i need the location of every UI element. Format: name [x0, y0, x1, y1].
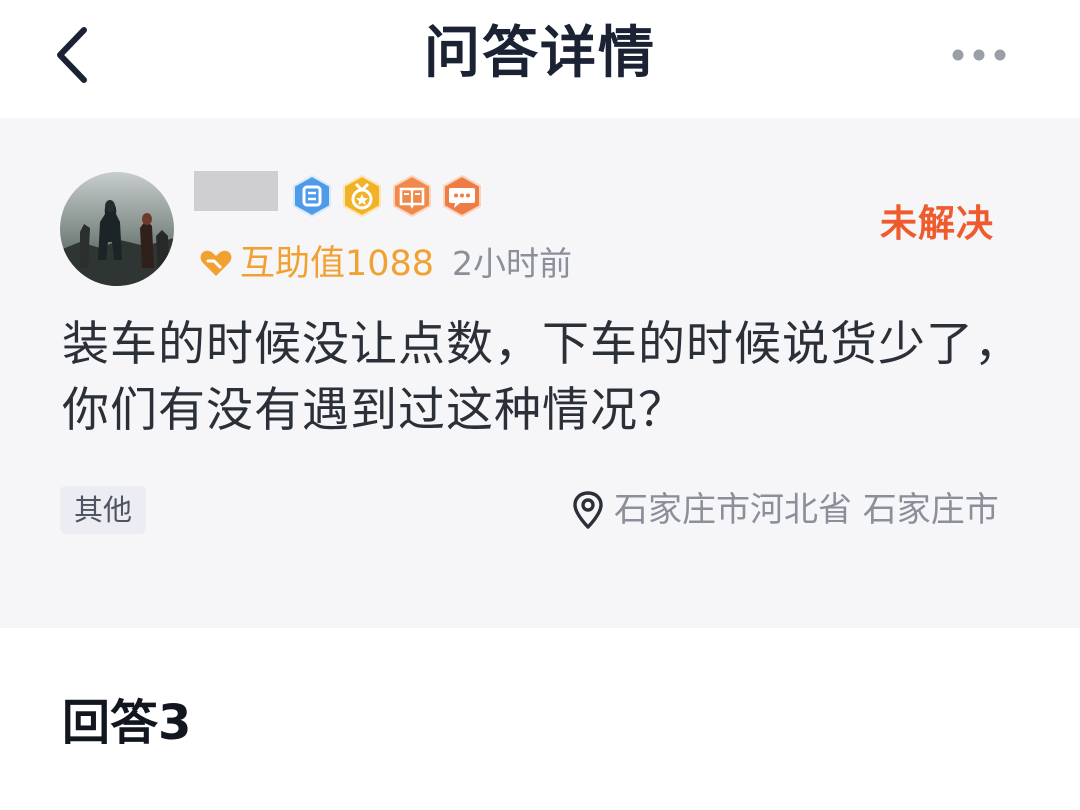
- chat-badge-icon[interactable]: [440, 174, 484, 218]
- help-value-label: 互助值1088: [240, 244, 435, 284]
- post-time: 2小时前: [452, 244, 572, 283]
- book-badge-icon[interactable]: [390, 174, 434, 218]
- status-badge: 未解决: [880, 202, 994, 245]
- page-title: 问答详情: [424, 21, 656, 86]
- question-text: 装车的时候没让点数，下车的时候说货少了，你们有没有遇到过这种情况？: [62, 317, 1022, 438]
- medal-badge-icon[interactable]: [340, 174, 384, 218]
- heart-handshake-icon: [199, 248, 233, 278]
- avatar[interactable]: [60, 172, 174, 286]
- avatar-image: [60, 172, 174, 286]
- category-tag[interactable]: 其他: [60, 486, 146, 534]
- location-text: 石家庄市河北省 石家庄市: [614, 490, 999, 530]
- answers-heading: 回答3: [62, 695, 192, 751]
- more-dots-icon: [952, 49, 1006, 61]
- level-badge-icon[interactable]: [290, 174, 334, 218]
- question-detail-page: 问答详情 未解决 互助值1088 2小时前 装车的时候没让点数，下车的时候说货少…: [0, 0, 1080, 810]
- username-redacted[interactable]: [194, 171, 278, 211]
- more-button[interactable]: [948, 40, 1010, 70]
- nav-header: 问答详情: [0, 0, 1080, 118]
- location-pin-icon: [570, 490, 606, 530]
